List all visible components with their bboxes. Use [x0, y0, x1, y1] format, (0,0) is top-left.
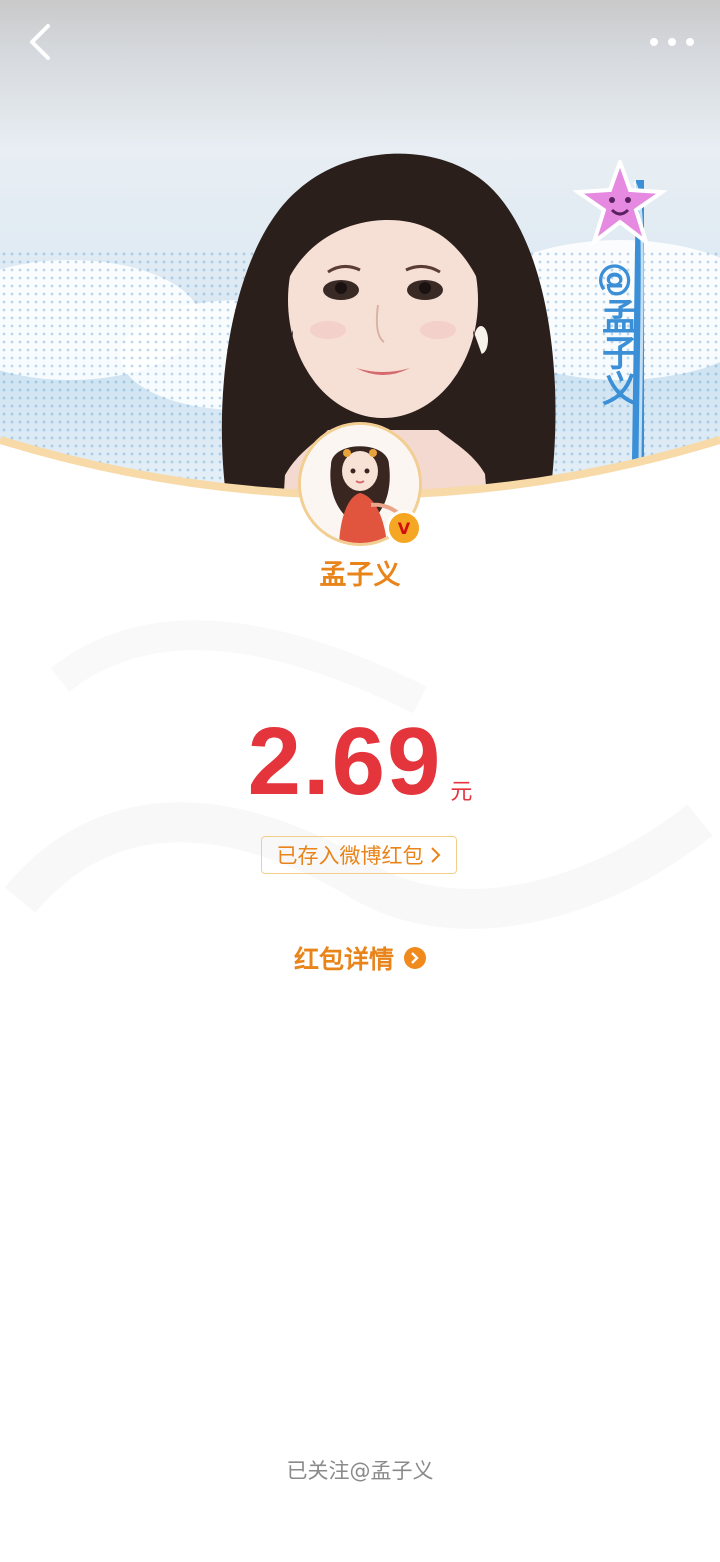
back-button[interactable]: [18, 18, 62, 66]
chevron-left-icon: [30, 24, 50, 60]
amount-row: 2.69 元: [0, 712, 720, 812]
deposit-label: 已存入微博红包: [276, 844, 424, 868]
verified-badge-icon: V: [386, 510, 422, 546]
chevron-right-icon: [430, 847, 440, 863]
details-label: 红包详情: [293, 945, 394, 974]
arrow-circle-icon: [404, 947, 426, 969]
more-dots-icon: [650, 38, 694, 46]
red-packet-amount: 2.69: [247, 708, 443, 815]
banner-name-tag: @孟子义: [596, 262, 637, 406]
more-options-button[interactable]: [644, 24, 700, 60]
username[interactable]: 孟子义: [0, 553, 720, 592]
star-sticker-icon: [572, 160, 668, 246]
background-watermark: [4, 620, 713, 929]
follow-status-text: 已关注@孟子义: [286, 1459, 434, 1483]
red-packet-details-button[interactable]: 红包详情: [0, 940, 720, 976]
user-avatar[interactable]: V: [298, 422, 422, 546]
currency-unit: 元: [450, 780, 473, 805]
deposited-to-wallet-link[interactable]: 已存入微博红包: [261, 836, 457, 874]
